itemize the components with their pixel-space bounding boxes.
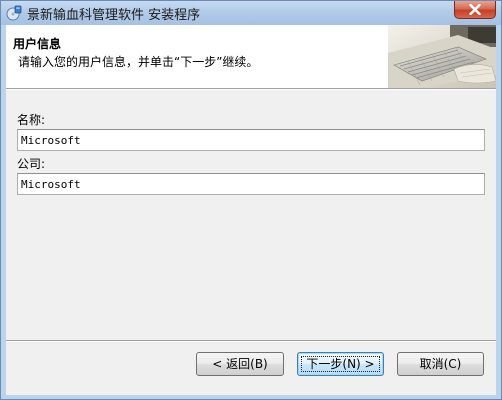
name-field[interactable] — [17, 129, 485, 151]
header-banner-image — [388, 25, 496, 88]
wizard-header: 用户信息 请输入您的用户信息，并单击“下一步”继续。 — [6, 25, 496, 89]
close-x-icon — [469, 4, 481, 15]
installer-window: 景新输血科管理软件 安装程序 用户信息 请输入您的用户信息，并单击“下一步”继续… — [0, 0, 502, 400]
next-button[interactable]: 下一步(N) > — [297, 352, 384, 376]
next-button-label: 下一步(N) > — [306, 357, 375, 371]
company-label: 公司: — [17, 157, 46, 171]
page-title: 用户信息 — [13, 37, 62, 51]
company-field[interactable] — [17, 173, 485, 195]
header-divider — [6, 89, 496, 90]
back-button[interactable]: < 返回(B) — [196, 352, 284, 376]
cancel-button[interactable]: 取消(C) — [397, 352, 484, 376]
page-subtitle: 请输入您的用户信息，并单击“下一步”继续。 — [18, 55, 259, 69]
footer-divider — [6, 340, 496, 342]
close-button[interactable] — [454, 1, 496, 19]
title-bar[interactable]: 景新输血科管理软件 安装程序 — [1, 1, 501, 25]
window-title: 景新输血科管理软件 安装程序 — [27, 8, 201, 23]
back-button-label: < 返回(B) — [212, 357, 268, 371]
installer-disc-icon — [6, 5, 22, 21]
cancel-button-label: 取消(C) — [419, 357, 462, 371]
name-label: 名称: — [17, 113, 46, 127]
wizard-client-area: 用户信息 请输入您的用户信息，并单击“下一步”继续。 名称: Microsoft… — [6, 25, 496, 395]
